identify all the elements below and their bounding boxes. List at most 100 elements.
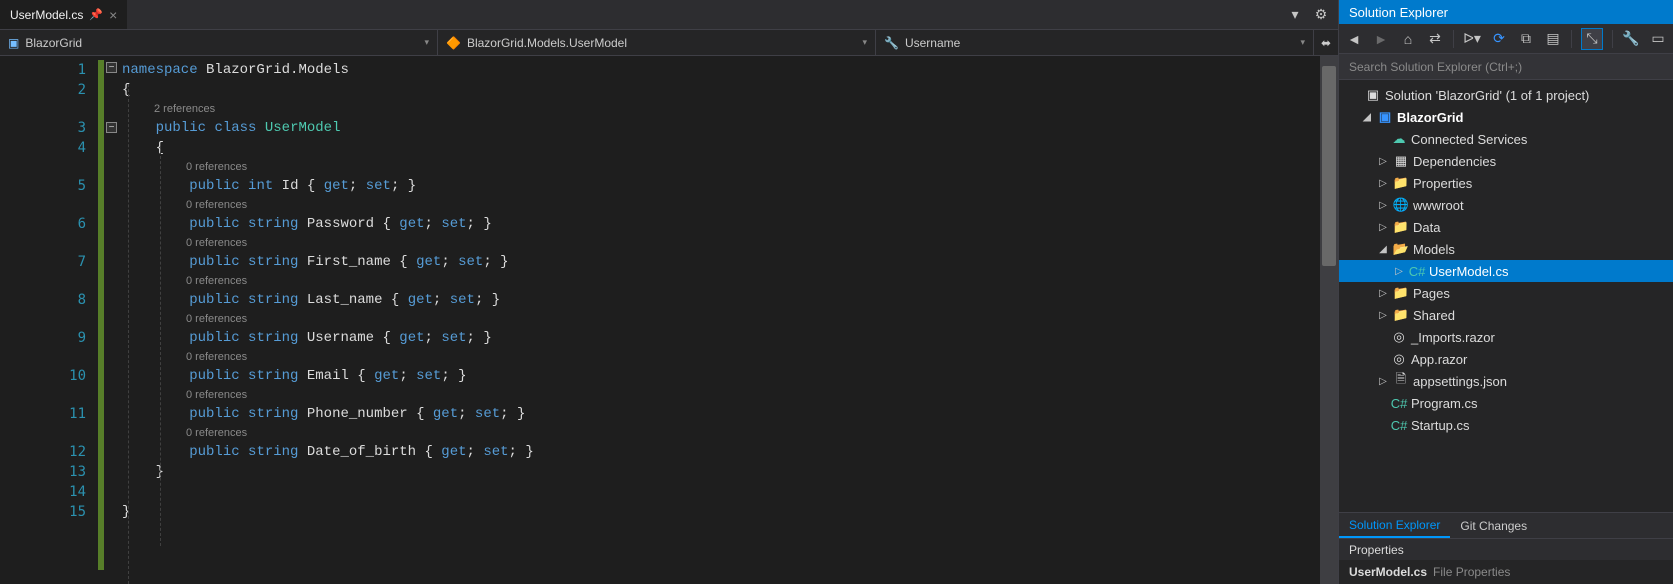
chevron-right-icon[interactable]: ▷	[1393, 266, 1405, 277]
tree-item-selected[interactable]: ▷C#UserModel.cs	[1339, 260, 1673, 282]
chevron-right-icon[interactable]: ▷	[1377, 200, 1389, 211]
globe-icon: 🌐	[1393, 197, 1409, 213]
scrollbar-thumb[interactable]	[1322, 66, 1336, 266]
folder-icon: 📁	[1393, 219, 1409, 235]
chevron-down-icon[interactable]: ▾	[862, 37, 867, 48]
codelens-references[interactable]: 0 references	[122, 348, 1320, 366]
navigation-bar: ▣ BlazorGrid ▾ 🔶 BlazorGrid.Models.UserM…	[0, 30, 1338, 56]
tree-item[interactable]: ☁Connected Services	[1339, 128, 1673, 150]
dependencies-icon: ▦	[1393, 153, 1409, 169]
line-number-gutter: 1 2 3 4 5 6 7 8 9 10 11 12 13 14 15	[0, 56, 98, 584]
tab-usermodel[interactable]: UserModel.cs 📌 ×	[0, 0, 127, 29]
csproj-icon: ▣	[1377, 109, 1393, 125]
codelens-references[interactable]: 0 references	[122, 310, 1320, 328]
tree-item[interactable]: ▷▦Dependencies	[1339, 150, 1673, 172]
tree-item[interactable]: C#Program.cs	[1339, 392, 1673, 414]
editor-region: UserModel.cs 📌 × ▾ ⚙ ▣ BlazorGrid ▾ 🔶 Bl…	[0, 0, 1338, 584]
nav-split-button[interactable]: ⬌	[1314, 30, 1338, 55]
tree-solution-node[interactable]: ▣Solution 'BlazorGrid' (1 of 1 project)	[1339, 84, 1673, 106]
pin-icon[interactable]: 📌	[89, 8, 103, 21]
tree-item[interactable]: ▷📁Shared	[1339, 304, 1673, 326]
preview-icon[interactable]: ▭	[1649, 30, 1667, 48]
code-content[interactable]: − − namespace BlazorGrid.Models { 2 refe…	[98, 56, 1320, 584]
properties-icon[interactable]: 🔧	[1622, 30, 1640, 48]
tree-item[interactable]: ▷📁Pages	[1339, 282, 1673, 304]
codelens-references[interactable]: 0 references	[122, 234, 1320, 252]
refresh-icon[interactable]: ⟳	[1490, 30, 1508, 48]
back-icon[interactable]: ◄	[1345, 30, 1363, 48]
gear-icon[interactable]: ⚙	[1312, 6, 1330, 24]
chevron-right-icon[interactable]: ▷	[1377, 310, 1389, 321]
vertical-scrollbar[interactable]	[1320, 56, 1338, 584]
chevron-right-icon[interactable]: ▷	[1377, 178, 1389, 189]
razor-file-icon: ◎	[1391, 329, 1407, 345]
nav-scope-project[interactable]: ▣ BlazorGrid ▾	[0, 30, 438, 55]
chevron-right-icon[interactable]: ▷	[1377, 156, 1389, 167]
tree-item[interactable]: C#Startup.cs	[1339, 414, 1673, 436]
codelens-references[interactable]: 0 references	[122, 386, 1320, 404]
chevron-down-icon[interactable]: ◢	[1377, 244, 1389, 255]
switch-views-icon[interactable]: ⇄	[1426, 30, 1444, 48]
tab-label: UserModel.cs	[10, 8, 83, 22]
forward-icon[interactable]: ►	[1372, 30, 1390, 48]
sync-with-active-icon[interactable]: ⤡	[1581, 28, 1603, 50]
tree-item[interactable]: ◎_Imports.razor	[1339, 326, 1673, 348]
codelens-references[interactable]: 0 references	[122, 158, 1320, 176]
properties-item: UserModel.csFile Properties	[1339, 560, 1673, 584]
solution-tree: ▣Solution 'BlazorGrid' (1 of 1 project) …	[1339, 80, 1673, 512]
csharp-file-icon: C#	[1391, 418, 1407, 433]
razor-file-icon: ◎	[1391, 351, 1407, 367]
split-icon: ⬌	[1321, 36, 1331, 50]
folder-icon: 📁	[1393, 285, 1409, 301]
chevron-down-icon[interactable]: ▾	[1300, 37, 1305, 48]
document-tab-bar: UserModel.cs 📌 × ▾ ⚙	[0, 0, 1338, 30]
chevron-down-icon[interactable]: ▾	[1286, 6, 1304, 24]
home-icon[interactable]: ⌂	[1399, 30, 1417, 48]
tree-item[interactable]: ▷📁Data	[1339, 216, 1673, 238]
codelens-references[interactable]: 0 references	[122, 196, 1320, 214]
folder-icon: 📁	[1393, 307, 1409, 323]
solution-explorer-panel: Solution Explorer ◄ ► ⌂ ⇄ ᐅ▾ ⟳ ⧉ ▤ ⤡ 🔧 ▭…	[1338, 0, 1673, 584]
chevron-right-icon[interactable]: ▷	[1377, 222, 1389, 233]
fold-toggle[interactable]: −	[106, 62, 117, 73]
solution-explorer-toolbar: ◄ ► ⌂ ⇄ ᐅ▾ ⟳ ⧉ ▤ ⤡ 🔧 ▭	[1339, 24, 1673, 54]
filter-icon[interactable]: ᐅ▾	[1463, 30, 1481, 48]
nav-label: BlazorGrid.Models.UserModel	[467, 36, 627, 50]
tree-item[interactable]: ▷🗎appsettings.json	[1339, 370, 1673, 392]
fold-toggle[interactable]: −	[106, 122, 117, 133]
close-icon[interactable]: ×	[109, 7, 117, 23]
json-file-icon: 🗎	[1393, 370, 1409, 392]
nav-scope-class[interactable]: 🔶 BlazorGrid.Models.UserModel ▾	[438, 30, 876, 55]
chevron-down-icon[interactable]: ▾	[424, 37, 429, 48]
panel-title: Solution Explorer	[1339, 0, 1673, 24]
codelens-references[interactable]: 0 references	[122, 272, 1320, 290]
wrench-icon: 🔧	[884, 36, 899, 50]
panel-footer-tabs: Solution Explorer Git Changes	[1339, 512, 1673, 538]
codelens-references[interactable]: 2 references	[122, 100, 1320, 118]
tree-project-node[interactable]: ◢▣BlazorGrid	[1339, 106, 1673, 128]
chevron-right-icon[interactable]: ▷	[1377, 288, 1389, 299]
show-all-files-icon[interactable]: ▤	[1544, 30, 1562, 48]
chevron-down-icon[interactable]: ◢	[1361, 112, 1373, 123]
connected-services-icon: ☁	[1391, 131, 1407, 147]
properties-panel-title: Properties	[1339, 538, 1673, 560]
folder-icon: 📁	[1393, 175, 1409, 191]
solution-icon: ▣	[1365, 87, 1381, 103]
tree-item[interactable]: ▷🌐wwwroot	[1339, 194, 1673, 216]
nav-label: Username	[905, 36, 960, 50]
chevron-right-icon[interactable]: ▷	[1377, 376, 1389, 387]
class-icon: 🔶	[446, 36, 461, 50]
tree-item[interactable]: ◢📂Models	[1339, 238, 1673, 260]
nav-scope-member[interactable]: 🔧 Username ▾	[876, 30, 1314, 55]
tab-git-changes[interactable]: Git Changes	[1450, 513, 1537, 538]
tree-item[interactable]: ◎App.razor	[1339, 348, 1673, 370]
search-input[interactable]: Search Solution Explorer (Ctrl+;)	[1339, 54, 1673, 80]
csharp-file-icon: C#	[1391, 396, 1407, 411]
csharp-file-icon: C#	[1409, 264, 1425, 279]
codelens-references[interactable]: 0 references	[122, 424, 1320, 442]
collapse-all-icon[interactable]: ⧉	[1517, 30, 1535, 48]
tree-item[interactable]: ▷📁Properties	[1339, 172, 1673, 194]
folder-icon: 📂	[1393, 241, 1409, 257]
tab-solution-explorer[interactable]: Solution Explorer	[1339, 513, 1450, 538]
code-editor[interactable]: 1 2 3 4 5 6 7 8 9 10 11 12 13 14 15	[0, 56, 1338, 584]
